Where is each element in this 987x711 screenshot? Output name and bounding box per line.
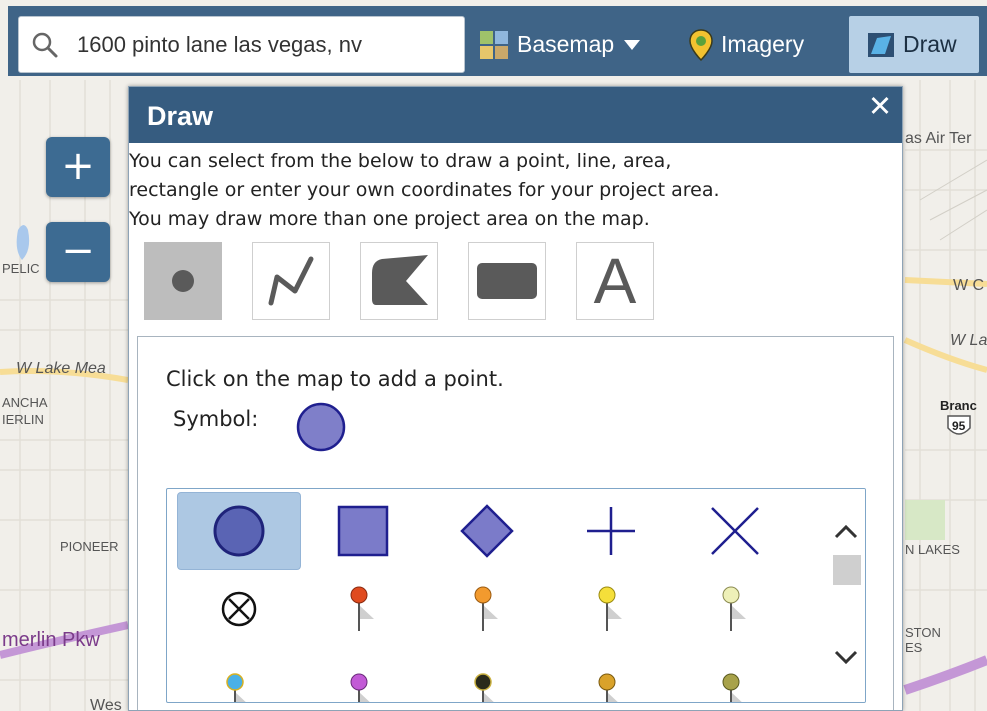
instruction-line: You can select from the below to draw a …	[129, 150, 672, 172]
circle-x-icon	[221, 591, 257, 627]
polygon-icon	[372, 255, 428, 305]
zoom-in-button[interactable]: +	[46, 137, 110, 197]
symbol-cross[interactable]	[549, 492, 673, 570]
square-icon	[337, 505, 389, 557]
map-label-n-lakes: N LAKES	[905, 542, 960, 557]
symbol-grid	[166, 488, 866, 703]
draw-label: Draw	[903, 31, 957, 57]
svg-text:95: 95	[952, 419, 966, 433]
basemap-label: Basemap	[517, 31, 615, 57]
x-icon	[711, 507, 759, 555]
map-label-w-lake-mead: W Lake Mea	[16, 360, 106, 377]
rectangle-tool-button[interactable]	[468, 242, 546, 320]
symbol-black-pin[interactable]	[425, 657, 549, 702]
cross-icon	[587, 507, 635, 555]
scrollbar-thumb[interactable]	[833, 555, 861, 585]
point-icon	[172, 270, 194, 292]
map-label-w-la: W La	[950, 332, 987, 349]
map-label-pelican: PELIC	[2, 261, 40, 276]
yellow-pin-icon	[598, 586, 622, 631]
chevron-down-icon[interactable]	[831, 642, 861, 672]
symbol-purple-pin[interactable]	[301, 657, 425, 702]
symbol-yellow-pin[interactable]	[549, 570, 673, 648]
search-value[interactable]: 1600 pinto lane las vegas, nv	[77, 32, 362, 58]
chevron-up-icon[interactable]	[831, 517, 861, 547]
point-tool-button[interactable]	[144, 242, 222, 320]
circle-icon	[213, 505, 265, 557]
symbol-gold-pin[interactable]	[549, 657, 673, 702]
symbol-pale-pin[interactable]	[673, 570, 797, 648]
orange-pin-icon	[474, 586, 498, 631]
panel-header: Draw ✕	[129, 87, 902, 143]
instruction-line: rectangle or enter your own coordinates …	[129, 179, 720, 201]
symbol-diamond[interactable]	[425, 492, 549, 570]
map-label-rancho: ANCHA	[2, 395, 48, 410]
symbol-circle-x[interactable]	[177, 570, 301, 648]
symbol-grid-scrollbar[interactable]	[827, 489, 865, 702]
map-pin-icon	[689, 28, 713, 61]
zoom-out-button[interactable]: −	[46, 222, 110, 282]
map-label-merlin: IERLIN	[2, 412, 44, 427]
symbol-label: Symbol:	[173, 407, 259, 431]
basemap-button[interactable]: Basemap	[479, 16, 641, 73]
symbol-orange-pin[interactable]	[425, 570, 549, 648]
chevron-down-icon	[624, 39, 641, 50]
route-shield-icon: 95	[947, 415, 971, 435]
symbol-circle[interactable]	[177, 492, 301, 570]
draw-button[interactable]: Draw	[849, 16, 979, 73]
point-options: Click on the map to add a point. Symbol:	[137, 336, 894, 710]
map-label-w-c: W C	[953, 277, 984, 294]
line-tool-button[interactable]	[252, 242, 330, 320]
map-label-las-air: as Air Ter	[905, 130, 972, 147]
imagery-button[interactable]: Imagery	[689, 16, 804, 73]
panel-instructions: You can select from the below to draw a …	[129, 147, 899, 234]
diamond-icon	[460, 504, 514, 558]
draw-tool-icon	[867, 32, 895, 58]
red-pin-icon	[350, 586, 374, 631]
symbol-blue-pin[interactable]	[177, 657, 301, 702]
instruction-line: You may draw more than one project area …	[129, 208, 650, 230]
panel-title: Draw	[147, 101, 214, 131]
text-a-icon: A	[593, 245, 637, 317]
draw-panel: Draw ✕ You can select from the below to …	[128, 86, 903, 711]
close-icon[interactable]: ✕	[864, 89, 896, 123]
search-input[interactable]: 1600 pinto lane las vegas, nv	[18, 16, 465, 73]
symbol-preview-circle-icon[interactable]	[295, 400, 349, 458]
instruction-hint: Click on the map to add a point.	[166, 367, 504, 391]
symbol-red-pin[interactable]	[301, 570, 425, 648]
map-label-summerlin: merlin Pkw	[2, 629, 100, 651]
blue-pin-icon	[226, 673, 246, 702]
map-label-west: Wes	[90, 697, 122, 711]
symbol-x[interactable]	[673, 492, 797, 570]
rectangle-icon	[477, 263, 537, 299]
polyline-icon	[268, 256, 314, 306]
symbol-olive-pin[interactable]	[673, 657, 797, 702]
map-label-es: ES	[905, 640, 923, 655]
imagery-label: Imagery	[721, 31, 805, 57]
search-icon[interactable]	[31, 31, 59, 63]
purple-pin-icon	[350, 673, 370, 702]
map-label-pioneer: PIONEER	[60, 539, 119, 554]
black-pin-icon	[474, 673, 494, 702]
area-tool-button[interactable]	[360, 242, 438, 320]
olive-pin-icon	[722, 673, 742, 702]
gold-pin-icon	[598, 673, 618, 702]
basemap-grid-icon	[479, 30, 509, 60]
map-label-branch: Branc	[940, 398, 977, 413]
symbol-square[interactable]	[301, 492, 425, 570]
pale-pin-icon	[722, 586, 746, 631]
text-tool-button[interactable]: A	[576, 242, 654, 320]
map-label-ston: STON	[905, 625, 941, 640]
